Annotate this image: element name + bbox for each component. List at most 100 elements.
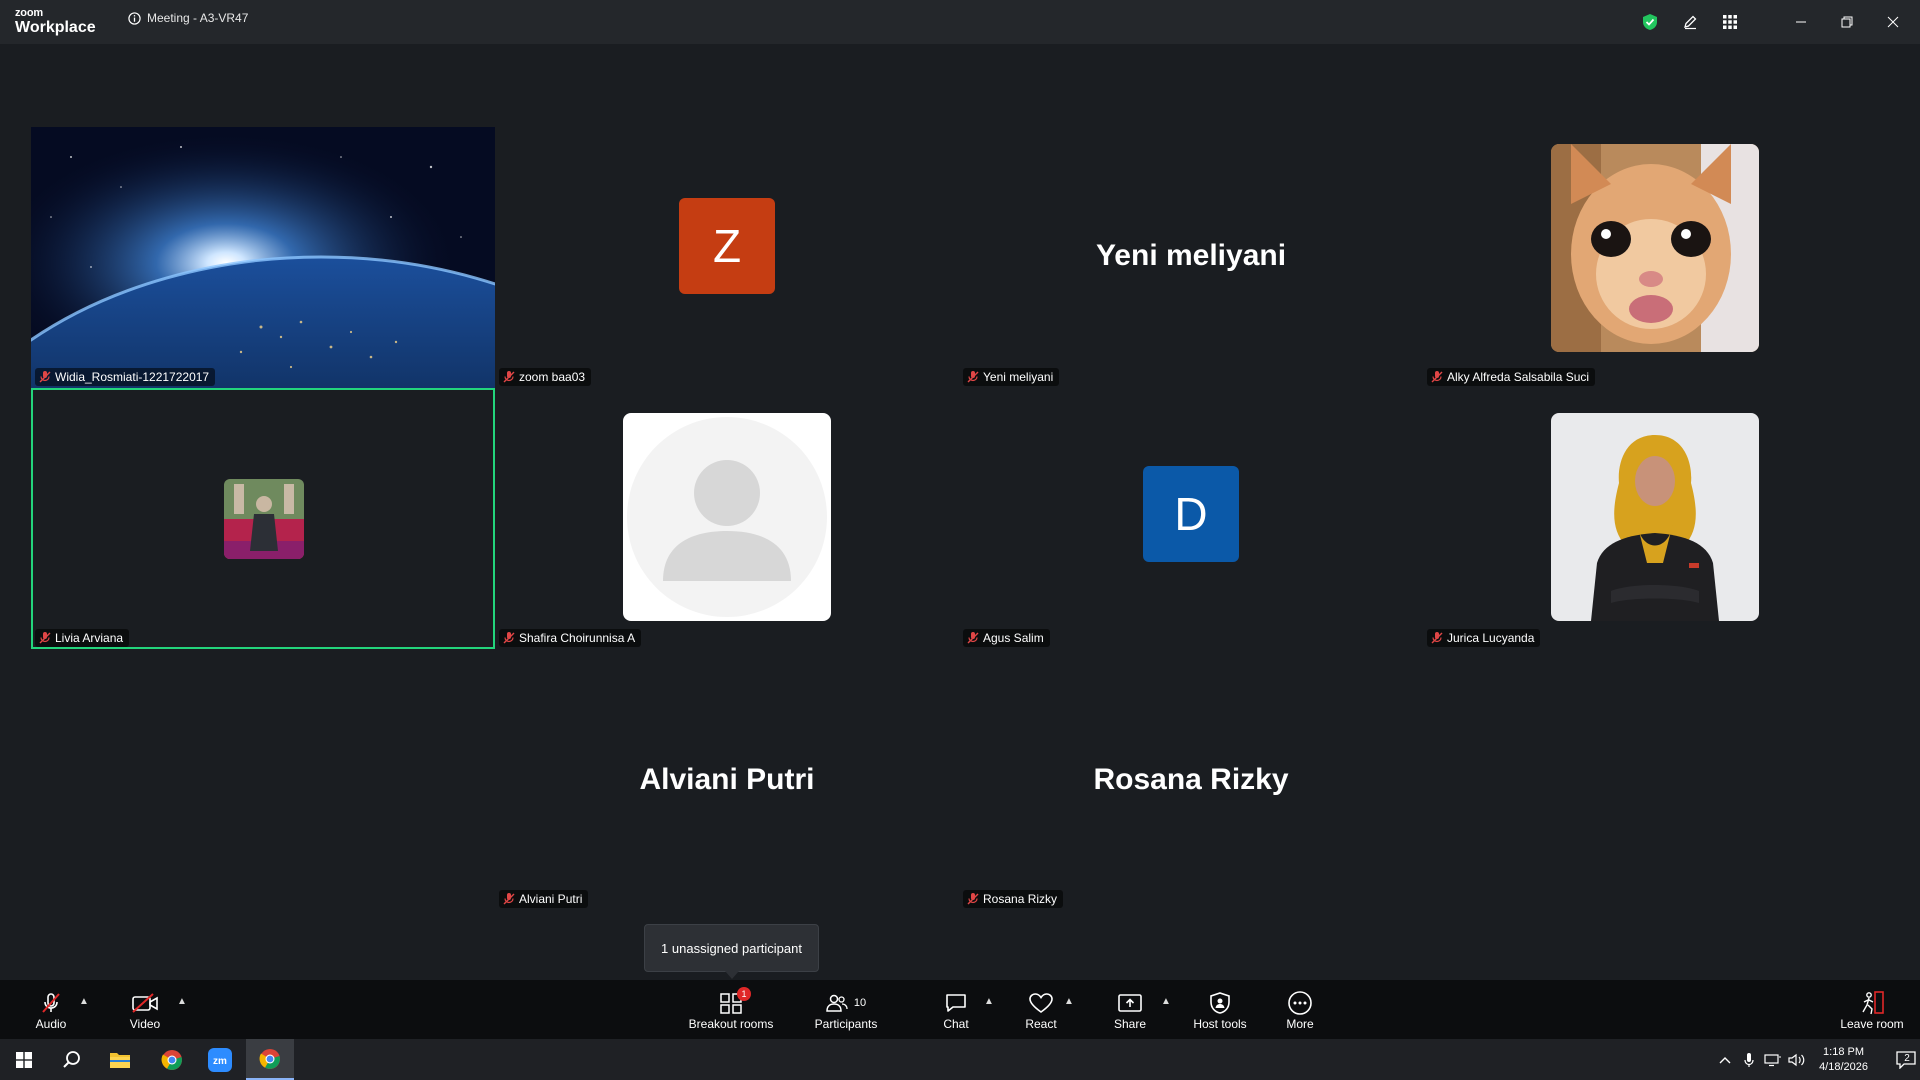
host-tools-label: Host tools <box>1193 1016 1247 1031</box>
participant-name-tag: Alky Alfreda Salsabila Suci <box>1427 368 1596 386</box>
participant-name-tag: Rosana Rizky <box>963 890 1064 908</box>
participant-tile[interactable]: Z zoom baa03 <box>495 127 959 388</box>
tooltip-text: 1 unassigned participant <box>661 940 802 956</box>
leave-room-button[interactable]: Leave room <box>1836 980 1908 1039</box>
participant-name-tag: zoom baa03 <box>499 368 592 386</box>
info-icon <box>128 11 141 25</box>
initial-avatar: Z <box>679 197 775 294</box>
share-options-caret-icon[interactable]: ▲ <box>1161 996 1171 1007</box>
muted-mic-icon <box>1431 632 1443 644</box>
meeting-info-button[interactable]: Meeting - A3-VR47 <box>128 11 248 25</box>
close-icon <box>1887 16 1899 28</box>
chrome-icon[interactable] <box>148 1039 196 1080</box>
audio-button[interactable]: Audio <box>30 980 72 1039</box>
mic-muted-icon <box>42 992 60 1013</box>
muted-mic-icon <box>1431 371 1443 383</box>
participant-name: Agus Salim <box>983 631 1044 645</box>
windows-start-icon[interactable] <box>0 1039 48 1080</box>
search-icon[interactable] <box>48 1039 96 1080</box>
file-explorer-icon[interactable] <box>96 1039 144 1080</box>
security-shield-icon[interactable] <box>1630 0 1670 44</box>
participant-tile-active-speaker[interactable]: Livia Arviana <box>31 388 495 649</box>
share-label: Share <box>1113 1016 1147 1031</box>
chat-options-caret-icon[interactable]: ▲ <box>984 996 994 1007</box>
leave-door-icon <box>1862 990 1884 1014</box>
participant-name-tag: Widia_Rosmiati-1221722017 <box>35 368 216 386</box>
video-off-icon <box>132 992 158 1013</box>
notification-count: 2 <box>1904 1053 1910 1064</box>
svg-text:zm: zm <box>213 1056 227 1067</box>
breakout-badge: 1 <box>737 986 751 1001</box>
react-label: React <box>1025 1016 1057 1031</box>
participants-button[interactable]: 10 Participants <box>808 980 884 1039</box>
more-button[interactable]: More <box>1280 980 1320 1039</box>
audio-options-caret-icon[interactable]: ▲ <box>79 996 89 1007</box>
participant-name: Widia_Rosmiati-1221722017 <box>55 370 210 384</box>
meeting-toolbar: Audio ▲ Video ▲ 1 Breakout rooms 10 Part… <box>0 980 1920 1039</box>
muted-mic-icon <box>503 893 515 905</box>
title-bar: zoom Workplace Meeting - A3-VR47 <box>0 0 1920 44</box>
participant-tile[interactable]: Shafira Choirunnisa A <box>495 388 959 649</box>
chat-button[interactable]: Chat <box>936 980 976 1039</box>
apps-grid-icon[interactable] <box>1710 0 1750 44</box>
video-button[interactable]: Video <box>124 980 166 1039</box>
muted-mic-icon <box>967 893 979 905</box>
participant-tile[interactable]: Rosana Rizky Rosana Rizky <box>959 649 1423 910</box>
video-options-caret-icon[interactable]: ▲ <box>177 996 187 1007</box>
participant-tile[interactable]: D Agus Salim <box>959 388 1423 649</box>
muted-mic-icon <box>967 371 979 383</box>
participant-name: Jurica Lucyanda <box>1447 631 1535 645</box>
leave-room-label: Leave room <box>1840 1016 1904 1031</box>
restore-icon <box>1841 16 1853 28</box>
participant-name-tag: Alviani Putri <box>499 890 589 908</box>
zoom-app-icon[interactable]: zm <box>196 1039 244 1080</box>
annotate-pencil-icon[interactable] <box>1670 0 1710 44</box>
tray-chevron-up-icon[interactable] <box>1713 1039 1737 1080</box>
minimize-button[interactable] <box>1778 0 1824 44</box>
audio-label: Audio <box>35 1016 67 1031</box>
participant-name: Alky Alfreda Salsabila Suci <box>1447 370 1590 384</box>
taskbar-clock[interactable]: 1:18 PM 4/18/2026 <box>1819 1045 1868 1075</box>
breakout-label: Breakout rooms <box>688 1016 774 1031</box>
participant-tile[interactable]: Jurica Lucyanda <box>1423 388 1887 649</box>
tray-volume-icon[interactable] <box>1785 1039 1809 1080</box>
more-label: More <box>1286 1016 1314 1031</box>
chrome-active-window-icon[interactable] <box>246 1039 294 1080</box>
share-button[interactable]: Share <box>1110 980 1150 1039</box>
clock-time: 1:18 PM <box>1823 1045 1865 1058</box>
react-options-caret-icon[interactable]: ▲ <box>1064 996 1074 1007</box>
muted-mic-icon <box>967 632 979 644</box>
default-avatar <box>623 412 831 621</box>
participant-tile[interactable]: Widia_Rosmiati-1221722017 <box>31 127 495 388</box>
chat-bubble-icon <box>946 993 966 1012</box>
windows-taskbar: zm 1:18 PM 4/18/2026 2 <box>0 1039 1920 1080</box>
clock-date: 4/18/2026 <box>1819 1060 1868 1073</box>
participant-tile[interactable]: Alviani Putri Alviani Putri <box>495 649 959 910</box>
brand-top: zoom <box>15 7 43 19</box>
breakout-rooms-button[interactable]: 1 Breakout rooms <box>686 980 776 1039</box>
participants-icon <box>826 994 848 1012</box>
zoom-logo: zoom Workplace <box>15 8 96 36</box>
restore-button[interactable] <box>1824 0 1870 44</box>
video-label: Video <box>129 1016 161 1031</box>
react-button[interactable]: React <box>1020 980 1062 1039</box>
host-tools-shield-icon <box>1210 991 1230 1014</box>
participant-name-tag: Shafira Choirunnisa A <box>499 629 642 647</box>
close-button[interactable] <box>1870 0 1916 44</box>
participant-tile[interactable]: Yeni meliyani Yeni meliyani <box>959 127 1423 388</box>
tray-microphone-icon[interactable] <box>1737 1039 1761 1080</box>
notification-center-icon[interactable]: 2 <box>1886 1039 1920 1080</box>
participant-name-tag: Yeni meliyani <box>963 368 1060 386</box>
muted-mic-icon <box>39 371 51 383</box>
video-gallery: Widia_Rosmiati-1221722017 Z zoom baa03 Y… <box>0 44 1920 980</box>
participant-name-tag: Agus Salim <box>963 629 1050 647</box>
host-tools-button[interactable]: Host tools <box>1188 980 1252 1039</box>
muted-mic-icon <box>503 632 515 644</box>
participant-big-name: Rosana Rizky <box>1093 762 1289 796</box>
tray-network-icon[interactable] <box>1761 1039 1785 1080</box>
participant-tile[interactable]: Alky Alfreda Salsabila Suci <box>1423 127 1887 388</box>
heart-react-icon <box>1029 992 1053 1013</box>
initial-avatar: D <box>1143 465 1239 562</box>
avatar-initial: D <box>1174 487 1208 540</box>
participant-name: Alviani Putri <box>519 892 583 906</box>
